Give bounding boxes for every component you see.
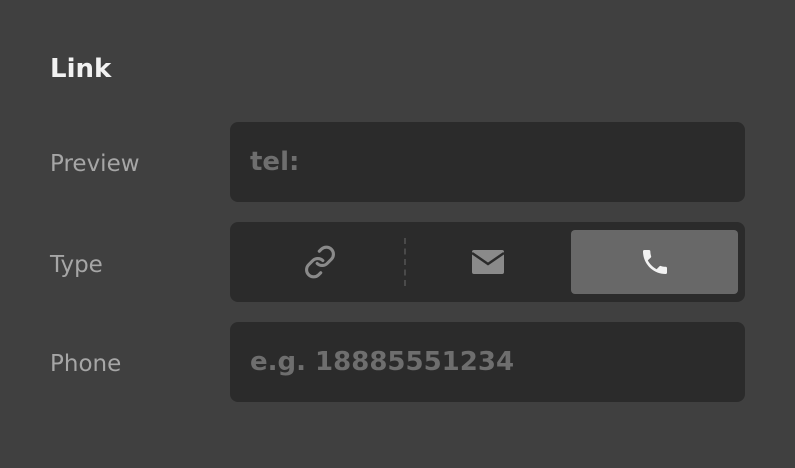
phone-input[interactable]: e.g. 18885551234 [230, 322, 745, 402]
mail-icon [471, 250, 505, 274]
type-option-phone[interactable] [571, 230, 738, 294]
panel-title: Link [50, 54, 112, 84]
phone-input-placeholder: e.g. 18885551234 [250, 347, 515, 377]
preview-field: tel: [230, 122, 745, 202]
phone-label: Phone [50, 351, 122, 377]
link-type-segmented-control [230, 222, 745, 302]
type-option-email[interactable] [406, 230, 570, 294]
phone-icon [642, 250, 667, 274]
link-settings-panel: Link Preview tel: Type Phone e.g. 188855… [0, 0, 795, 468]
link-icon [305, 245, 335, 279]
type-label: Type [50, 252, 103, 278]
preview-value: tel: [250, 147, 300, 177]
type-option-link[interactable] [238, 230, 402, 294]
preview-label: Preview [50, 151, 140, 177]
